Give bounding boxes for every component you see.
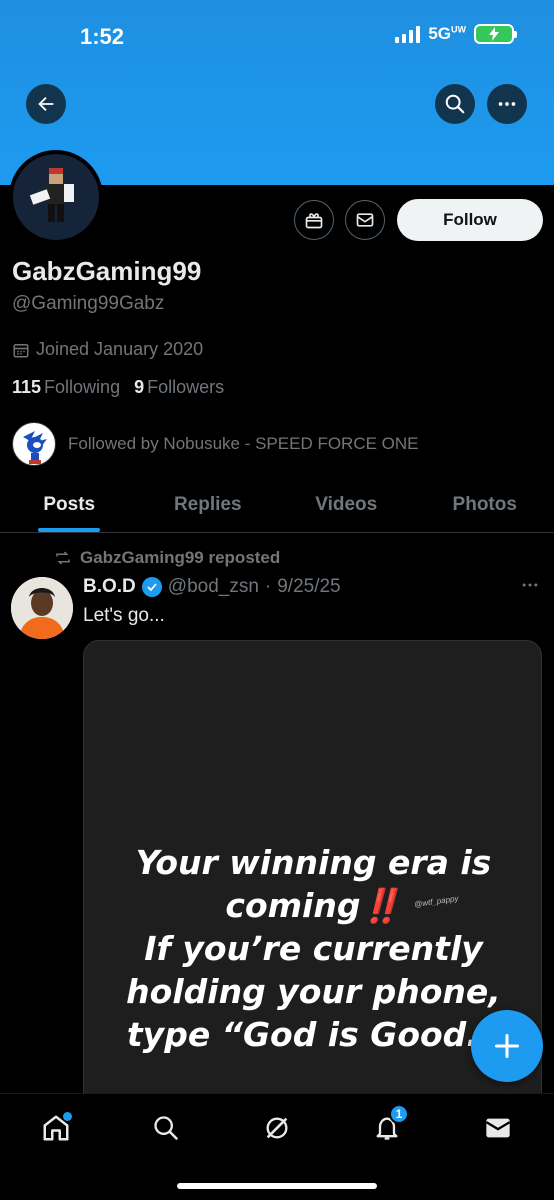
post-text: Let's go... <box>83 605 165 626</box>
subscribe-gift-button[interactable] <box>294 200 334 240</box>
nav-messages[interactable] <box>478 1108 518 1148</box>
double-exclamation-icon: ‼️ <box>360 886 402 925</box>
notification-badge: 1 <box>389 1104 409 1124</box>
post-date[interactable]: 9/25/25 <box>277 576 340 598</box>
nav-grok[interactable] <box>257 1108 297 1148</box>
media-caption: Your winning era is coming‼️ If you’re c… <box>84 841 541 1056</box>
nav-home[interactable] <box>36 1108 76 1148</box>
envelope-icon <box>356 213 374 227</box>
follow-button[interactable]: Follow <box>397 199 543 241</box>
calendar-icon <box>13 343 29 357</box>
home-indicator <box>177 1183 377 1189</box>
grok-icon <box>266 1117 288 1139</box>
display-name: GabzGaming99 <box>12 256 202 286</box>
followed-by[interactable]: Followed by Nobusuke - SPEED FORCE ONE <box>12 422 419 466</box>
network-label: 5GUW <box>428 24 466 43</box>
followers-link[interactable]: 9 Followers <box>134 377 224 398</box>
post-author-name[interactable]: B.O.D <box>83 576 136 598</box>
tab-photos[interactable]: Photos <box>416 478 554 532</box>
profile-tabs: Posts Replies Videos Photos <box>0 478 554 533</box>
home-unread-dot <box>63 1112 72 1121</box>
user-handle: @Gaming99Gabz <box>12 293 165 314</box>
message-button[interactable] <box>345 200 385 240</box>
envelope-icon <box>485 1118 511 1138</box>
media-line-4: holding your phone, <box>126 972 501 1011</box>
followed-by-text: Followed by Nobusuke - SPEED FORCE ONE <box>68 434 419 453</box>
tab-replies[interactable]: Replies <box>139 478 278 532</box>
follow-stats: 115 Following 9 Followers <box>12 377 224 398</box>
search-icon <box>445 94 465 114</box>
joined-date: Joined January 2020 <box>12 339 203 360</box>
plus-icon <box>494 1033 520 1059</box>
joined-text: Joined January 2020 <box>36 339 204 359</box>
search-icon <box>154 1116 178 1140</box>
post-author-handle[interactable]: @bod_zsn <box>168 576 259 598</box>
status-time: 1:52 <box>80 24 125 49</box>
repost-icon <box>56 551 70 565</box>
post-author-avatar[interactable] <box>11 577 73 639</box>
verified-badge-icon <box>141 577 162 597</box>
profile-avatar[interactable] <box>9 150 103 244</box>
media-line-2: coming‼️ <box>225 886 402 925</box>
more-options-button[interactable] <box>487 84 527 124</box>
post-media[interactable]: Your winning era is coming‼️ If you’re c… <box>83 640 542 1140</box>
avatar-image <box>13 154 99 240</box>
media-line-1: Your winning era is <box>135 843 492 882</box>
back-button[interactable] <box>26 84 66 124</box>
signal-icon <box>395 25 421 43</box>
repost-indicator: GabzGaming99 reposted <box>54 548 280 568</box>
post-header: B.O.D @bod_zsn · 9/25/25 <box>83 576 341 598</box>
tab-videos[interactable]: Videos <box>277 478 416 532</box>
compose-button[interactable] <box>471 1010 543 1082</box>
following-link[interactable]: 115 Following <box>12 377 120 398</box>
follower-avatar <box>12 422 56 466</box>
tab-posts[interactable]: Posts <box>0 478 139 532</box>
gift-icon <box>305 213 323 229</box>
meta-separator: · <box>264 576 272 597</box>
back-arrow-icon <box>38 96 54 112</box>
repost-text: GabzGaming99 reposted <box>80 548 281 567</box>
more-icon <box>498 102 516 106</box>
status-icons: 5GUW <box>395 24 517 44</box>
post-more-icon[interactable] <box>520 575 540 601</box>
search-button[interactable] <box>435 84 475 124</box>
media-line-3: If you’re currently <box>144 929 483 968</box>
battery-icon <box>474 24 517 44</box>
nav-notifications[interactable]: 1 <box>367 1104 409 1148</box>
nav-search[interactable] <box>146 1108 186 1148</box>
